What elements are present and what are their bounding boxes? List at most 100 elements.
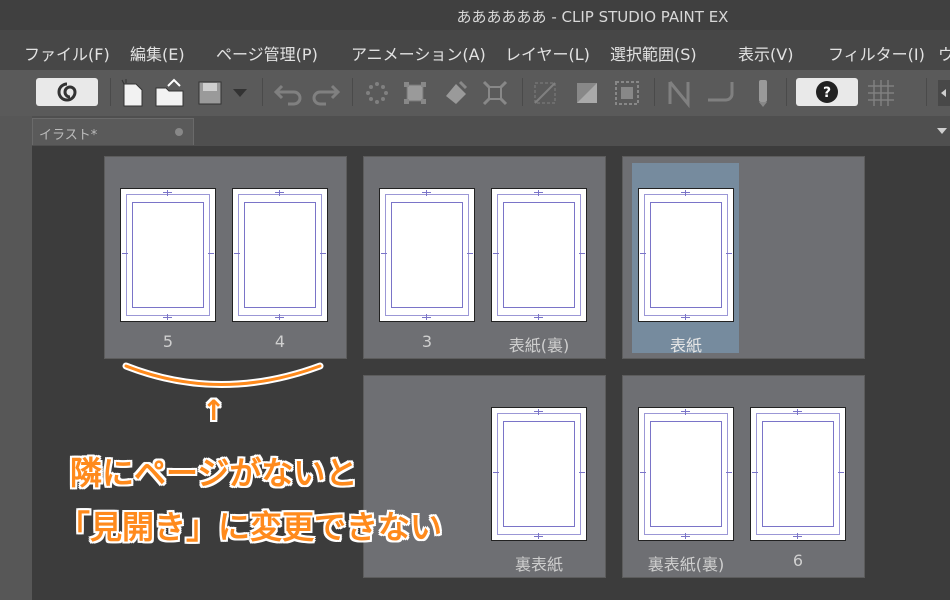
crop-mark [534,192,543,193]
window-title: ああああああ - CLIP STUDIO PAINT EX [456,8,729,26]
crop-mark [681,411,690,412]
crop-mark [275,192,284,193]
page-label: 表紙 [669,336,702,355]
crop-mark [681,192,690,193]
fill-icon[interactable] [440,78,470,108]
crop-mark [640,472,646,473]
page-thumbnail-selected[interactable] [638,188,734,322]
annotation-arrow: ↑ [202,394,226,427]
invert-selection-icon[interactable] [572,78,602,108]
crop-mark [534,411,543,412]
page-thumbnail[interactable] [120,188,216,322]
tab-menu-icon[interactable] [936,124,948,138]
crop-mark [163,317,172,318]
menu-selection[interactable]: 選択範囲(S) [610,41,697,65]
crop-mark [208,253,214,254]
annotation-line-2: 「見開き」に変更できない [58,508,443,546]
page-label: 裏表紙 [514,555,563,574]
crop-mark [752,472,758,473]
page-management-area: 5 4 3 表紙(裏) 表紙 裏表紙 裏表紙(裏) 6 ↑ 隣にページがないと … [32,146,950,600]
canvas-tab-bar: イラスト* [32,116,950,146]
new-file-icon[interactable] [118,78,148,108]
annotation-curve [122,362,324,388]
crop-mark [234,253,240,254]
crop-mark [640,253,646,254]
page-thumbnail[interactable] [750,407,846,541]
crop-mark [579,253,585,254]
border-icon[interactable] [704,78,738,108]
save-icon[interactable] [196,78,224,108]
menu-layer[interactable]: レイヤー(L) [505,41,590,65]
crop-mark [122,253,128,254]
clip-studio-logo-icon[interactable] [36,78,98,106]
page-thumbnail[interactable] [491,407,587,541]
page-label: 3 [421,332,433,351]
crop-mark [726,472,732,473]
redo-icon[interactable] [308,80,342,106]
menu-filter[interactable]: フィルター(I) [828,41,925,65]
menu-page-management[interactable]: ページ管理(P) [216,41,318,65]
page-label: 表紙(裏) [508,336,570,355]
crop-mark [685,409,686,415]
toolbar-scroll-right[interactable] [938,80,950,106]
page-label: 6 [792,551,804,570]
crop-mark [685,190,686,196]
grid-icon[interactable] [866,78,896,108]
page-label: 5 [162,332,174,351]
crop-mark [538,409,539,415]
undo-icon[interactable] [272,80,306,106]
menu-bar: ファイル(F) 編集(E) ページ管理(P) アニメーション(A) レイヤー(L… [0,30,950,70]
clear-selection-icon[interactable] [362,78,392,108]
crop-mark [493,472,499,473]
menu-file[interactable]: ファイル(F) [24,41,110,65]
crop-mark [422,192,431,193]
crop-mark [534,536,543,537]
tab-close-icon[interactable] [175,128,183,136]
crop-mark [579,472,585,473]
crop-mark [167,190,168,196]
ruler-icon[interactable] [664,78,694,108]
title-bar: ああああああ - CLIP STUDIO PAINT EX [0,0,950,30]
crop-mark [681,536,690,537]
tab-illust[interactable]: イラスト* [32,118,194,145]
menu-view[interactable]: 表示(V) [738,41,793,65]
annotation-line-1: 隣にページがないと [70,454,358,492]
command-bar: ? [0,70,950,116]
help-icon[interactable]: ? [796,78,858,106]
page-thumbnail[interactable] [491,188,587,322]
tab-label: イラスト* [39,128,98,143]
crop-mark [793,536,802,537]
page-thumbnail[interactable] [379,188,475,322]
crop-mark [534,317,543,318]
crop-mark [279,190,280,196]
crop-mark [726,253,732,254]
crop-mark [838,472,844,473]
crop-mark [797,409,798,415]
crop-mark [467,253,473,254]
pen-icon[interactable] [748,78,778,108]
menu-window[interactable]: ウ [938,41,950,65]
menu-animation[interactable]: アニメーション(A) [351,41,486,65]
crop-mark [381,253,387,254]
crop-mark [163,192,172,193]
crop-mark [422,317,431,318]
scale-icon[interactable] [480,78,510,108]
crop-mark [793,411,802,412]
page-label: 4 [274,332,286,351]
crop-mark [681,317,690,318]
transform-icon[interactable] [400,78,430,108]
selection-area-icon[interactable] [612,78,642,108]
crop-mark [493,253,499,254]
save-dropdown-icon[interactable] [230,86,250,100]
crop-mark [320,253,326,254]
crop-mark [538,190,539,196]
svg-text:?: ? [823,85,831,101]
page-thumbnail[interactable] [638,407,734,541]
left-panel-strip [0,70,32,600]
menu-edit[interactable]: 編集(E) [130,41,185,65]
crop-mark [426,190,427,196]
open-file-icon[interactable] [154,78,186,108]
crop-mark [275,317,284,318]
page-thumbnail[interactable] [232,188,328,322]
deselect-icon[interactable] [530,78,560,108]
